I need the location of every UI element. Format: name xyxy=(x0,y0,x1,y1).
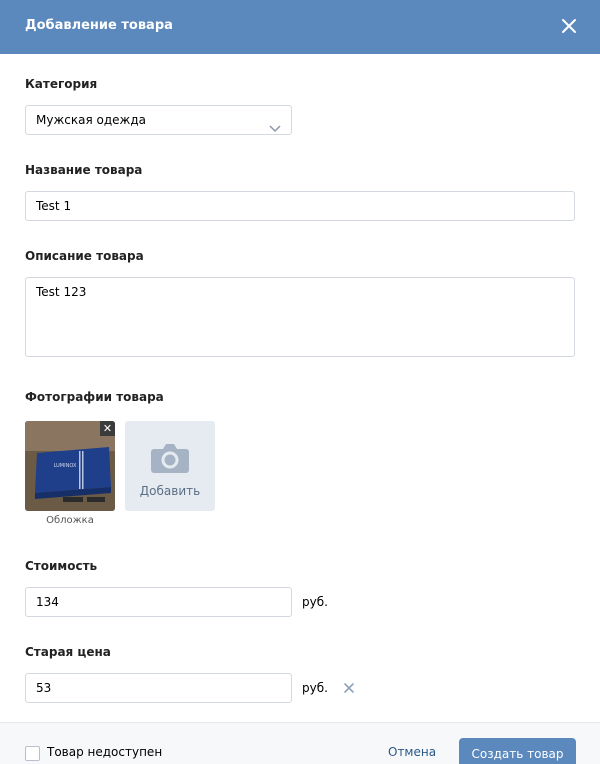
unavailable-checkbox[interactable] xyxy=(25,746,40,761)
photos-label: Фотографии товара xyxy=(25,390,164,404)
price-input[interactable]: 134 xyxy=(25,587,292,617)
chevron-down-icon xyxy=(269,115,281,143)
cover-caption: Обложка xyxy=(46,515,94,526)
price-label: Стоимость xyxy=(25,559,98,573)
description-label: Описание товара xyxy=(25,249,144,263)
add-photo-label: Добавить xyxy=(139,484,201,498)
old-price-label: Старая цена xyxy=(25,645,111,659)
dialog-title: Добавление товара xyxy=(25,18,173,33)
cover-photo-text: LUMINOX xyxy=(54,463,77,469)
unavailable-label[interactable]: Товар недоступен xyxy=(47,745,162,759)
dialog-footer: Товар недоступен Отмена Создать товар xyxy=(0,722,600,764)
create-product-button[interactable]: Создать товар xyxy=(459,738,576,764)
add-photo-button[interactable]: Добавить xyxy=(125,421,215,511)
old-price-unit: руб. xyxy=(302,681,328,695)
old-price-input[interactable]: 53 xyxy=(25,673,292,703)
camera-icon xyxy=(150,441,190,477)
clear-old-price-icon[interactable] xyxy=(342,681,356,695)
name-input[interactable]: Test 1 xyxy=(25,191,575,221)
description-textarea[interactable]: Test 123 xyxy=(25,277,575,357)
name-label: Название товара xyxy=(25,163,143,177)
category-label: Категория xyxy=(25,77,98,91)
close-icon[interactable] xyxy=(560,17,578,35)
cover-photo[interactable]: LUMINOX ✕ xyxy=(25,421,115,511)
cancel-button[interactable]: Отмена xyxy=(388,745,436,759)
dialog-header: Добавление товара xyxy=(0,0,600,54)
category-value: Мужская одежда xyxy=(36,113,146,127)
remove-photo-icon[interactable]: ✕ xyxy=(100,421,115,436)
price-unit: руб. xyxy=(302,595,328,609)
category-select[interactable]: Мужская одежда xyxy=(25,105,292,135)
